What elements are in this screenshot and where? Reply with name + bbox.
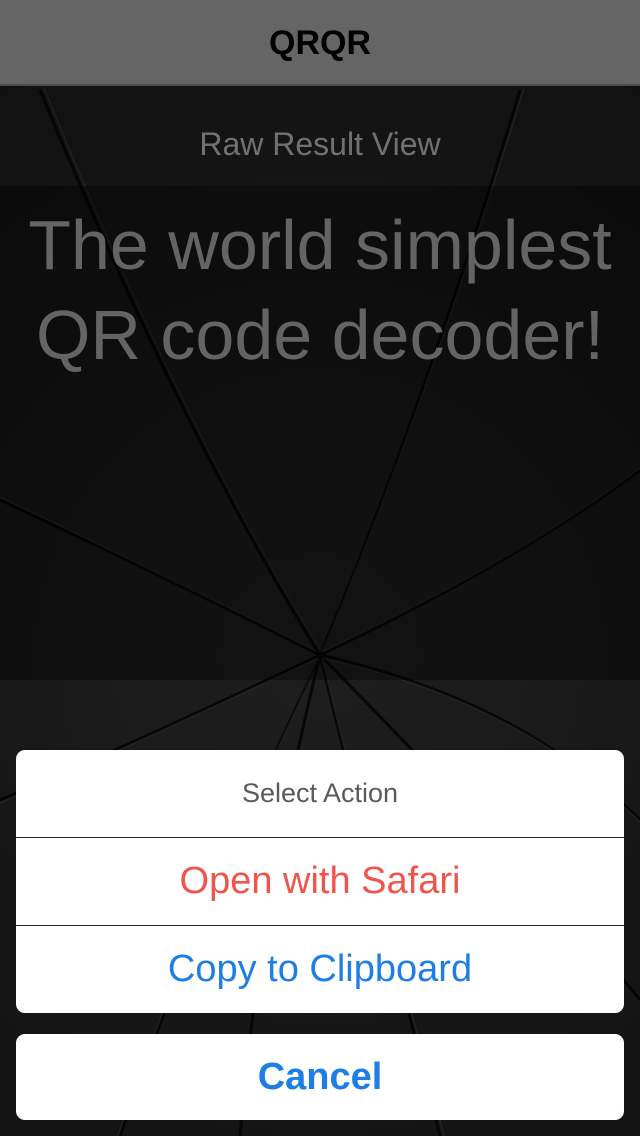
cancel-group: Cancel	[16, 1034, 624, 1120]
action-sheet: Select Action Open with Safari Copy to C…	[16, 750, 624, 1013]
app-screen: QRQR Raw Result View The world simplest …	[0, 0, 640, 1136]
copy-to-clipboard-button[interactable]: Copy to Clipboard	[16, 926, 624, 1013]
action-sheet-title: Select Action	[241, 778, 399, 808]
cancel-button[interactable]: Cancel	[16, 1034, 624, 1120]
open-with-safari-button[interactable]: Open with Safari	[16, 838, 624, 925]
